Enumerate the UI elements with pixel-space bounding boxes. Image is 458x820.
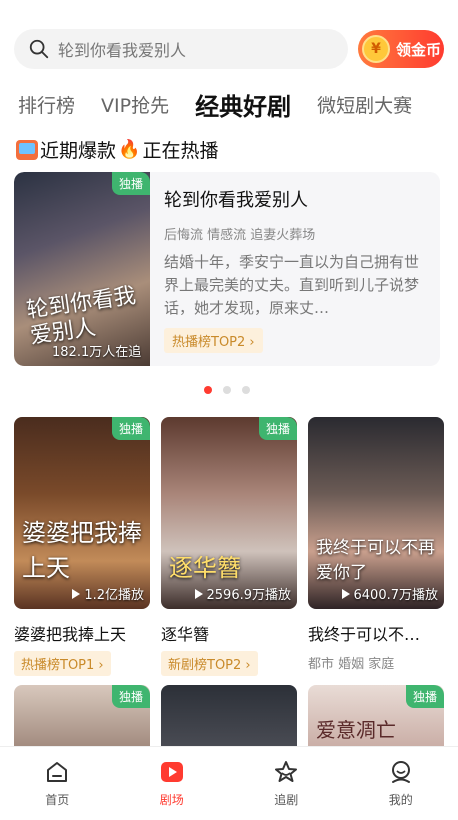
claim-coins-button[interactable]: ¥ 领金币: [358, 30, 444, 68]
exclusive-badge: 独播: [405, 685, 444, 708]
nav-profile[interactable]: 我的: [344, 747, 458, 820]
tab-vip-first[interactable]: VIP抢先: [101, 91, 169, 118]
rank-chip[interactable]: 热播榜TOP1 ›: [14, 651, 111, 676]
tab-ranking[interactable]: 排行榜: [18, 91, 75, 118]
search-row: 轮到你看我爱别人 ¥ 领金币: [14, 28, 444, 70]
tab-classic-dramas-label: 经典好剧: [195, 92, 292, 121]
featured-title: 轮到你看我爱别人: [164, 190, 308, 211]
section-title: 近期爆款 🔥 正在热播: [16, 136, 218, 163]
play-count-text: 2596.9万播放: [206, 588, 292, 603]
featured-tags: 后悔流 情感流 追妻火葬场: [164, 228, 316, 243]
nav-theater[interactable]: 剧场: [115, 747, 230, 820]
carousel-dot[interactable]: [223, 386, 231, 394]
exclusive-badge: 独播: [258, 417, 297, 440]
search-icon: [29, 39, 49, 59]
drama-grid-row-2: 独播 爱意凋亡 独播: [14, 685, 444, 755]
nav-profile-label: 我的: [388, 793, 413, 807]
tab-classic-dramas[interactable]: 经典好剧: [195, 87, 291, 122]
play-count: 1.2亿播放: [72, 584, 144, 603]
claim-coins-label: 领金币: [396, 40, 442, 59]
search-placeholder: 轮到你看我爱别人: [58, 41, 187, 60]
drama-card[interactable]: [161, 685, 297, 755]
featured-drama-card[interactable]: 轮到你看我爱别人 独播 182.1万人在追 轮到你看我爱别人 后悔流 情感流 追…: [14, 172, 440, 366]
play-count-text: 6400.7万播放: [353, 588, 439, 603]
drama-poster[interactable]: 爱意凋亡 独播: [308, 685, 444, 755]
drama-poster[interactable]: 独播: [14, 685, 150, 755]
drama-poster[interactable]: [161, 685, 297, 755]
drama-poster[interactable]: 独播 逐华簪 2596.9万播放: [161, 417, 297, 609]
featured-views: 182.1万人在追: [52, 345, 142, 360]
carousel-dots: [204, 386, 261, 394]
drama-tags: 都市 婚姻 家庭: [308, 657, 395, 672]
poster-title: 逐华簪: [169, 554, 241, 582]
drama-card[interactable]: 独播: [14, 685, 150, 755]
featured-poster[interactable]: 轮到你看我爱别人 独播 182.1万人在追: [14, 172, 150, 366]
exclusive-badge: 独播: [111, 685, 150, 708]
drama-card[interactable]: 独播 婆婆把我捧上天 1.2亿播放 婆婆把我捧上天 热播榜TOP1 ›: [14, 417, 150, 676]
drama-card[interactable]: 我终于可以不再爱你了 6400.7万播放 我终于可以不… 都市 婚姻 家庭: [308, 417, 444, 676]
nav-theater-label: 剧场: [159, 793, 184, 807]
play-count-text: 1.2亿播放: [84, 588, 144, 603]
rank-chip[interactable]: 新剧榜TOP2 ›: [161, 651, 258, 676]
drama-title: 我终于可以不…: [308, 625, 421, 644]
profile-icon: [391, 761, 410, 783]
nav-home[interactable]: 首页: [0, 747, 115, 820]
section-title-b: 正在热播: [142, 140, 219, 162]
drama-card[interactable]: 爱意凋亡 独播: [308, 685, 444, 755]
drama-poster[interactable]: 我终于可以不再爱你了 6400.7万播放: [308, 417, 444, 609]
nav-follow-label: 追剧: [274, 793, 299, 807]
section-title-a: 近期爆款: [40, 140, 117, 162]
play-count: 2596.9万播放: [194, 584, 292, 603]
carousel-dot-active[interactable]: [204, 386, 212, 394]
poster-title: 婆婆把我捧上天: [22, 519, 142, 582]
nav-follow[interactable]: 追剧: [229, 747, 344, 820]
active-tab-indicator: [234, 124, 252, 125]
drama-card[interactable]: 独播 逐华簪 2596.9万播放 逐华簪 新剧榜TOP2 ›: [161, 417, 297, 676]
play-icon: [160, 762, 183, 782]
exclusive-badge: 独播: [111, 172, 150, 195]
drama-poster[interactable]: 独播 婆婆把我捧上天 1.2亿播放: [14, 417, 150, 609]
featured-rank-chip[interactable]: 热播榜TOP2 ›: [164, 328, 263, 353]
coin-icon: ¥: [362, 35, 390, 63]
exclusive-badge: 独播: [111, 417, 150, 440]
fire-icon: 🔥: [118, 139, 141, 160]
play-count: 6400.7万播放: [341, 584, 439, 603]
featured-poster-title: 轮到你看我爱别人: [24, 283, 138, 350]
featured-description: 结婚十年，季安宁一直以为自己拥有世界上最完美的丈夫。直到听到儿子说梦话，她才发现…: [164, 253, 420, 317]
play-icon: [194, 588, 203, 599]
poster-title: 我终于可以不再爱你了: [316, 538, 435, 583]
play-icon: [72, 588, 81, 599]
tv-icon: [16, 139, 38, 160]
play-icon: [341, 588, 350, 599]
bottom-nav: 首页 剧场 追剧 我的: [0, 746, 458, 820]
drama-grid: 独播 婆婆把我捧上天 1.2亿播放 婆婆把我捧上天 热播榜TOP1 › 独播 逐…: [14, 417, 444, 676]
featured-info: 轮到你看我爱别人 后悔流 情感流 追妻火葬场 结婚十年，季安宁一直以为自己拥有世…: [164, 186, 428, 353]
category-tabs: 排行榜 VIP抢先 经典好剧 微短剧大赛: [18, 84, 458, 124]
nav-home-label: 首页: [45, 793, 70, 807]
carousel-dot[interactable]: [242, 386, 250, 394]
star-icon: [275, 761, 298, 782]
tab-short-drama-contest[interactable]: 微短剧大赛: [317, 91, 412, 118]
drama-title: 婆婆把我捧上天: [14, 625, 127, 644]
drama-title: 逐华簪: [161, 625, 210, 644]
poster-title: 爱意凋亡: [316, 718, 396, 742]
home-icon: [47, 762, 68, 782]
search-input[interactable]: 轮到你看我爱别人: [14, 29, 348, 69]
